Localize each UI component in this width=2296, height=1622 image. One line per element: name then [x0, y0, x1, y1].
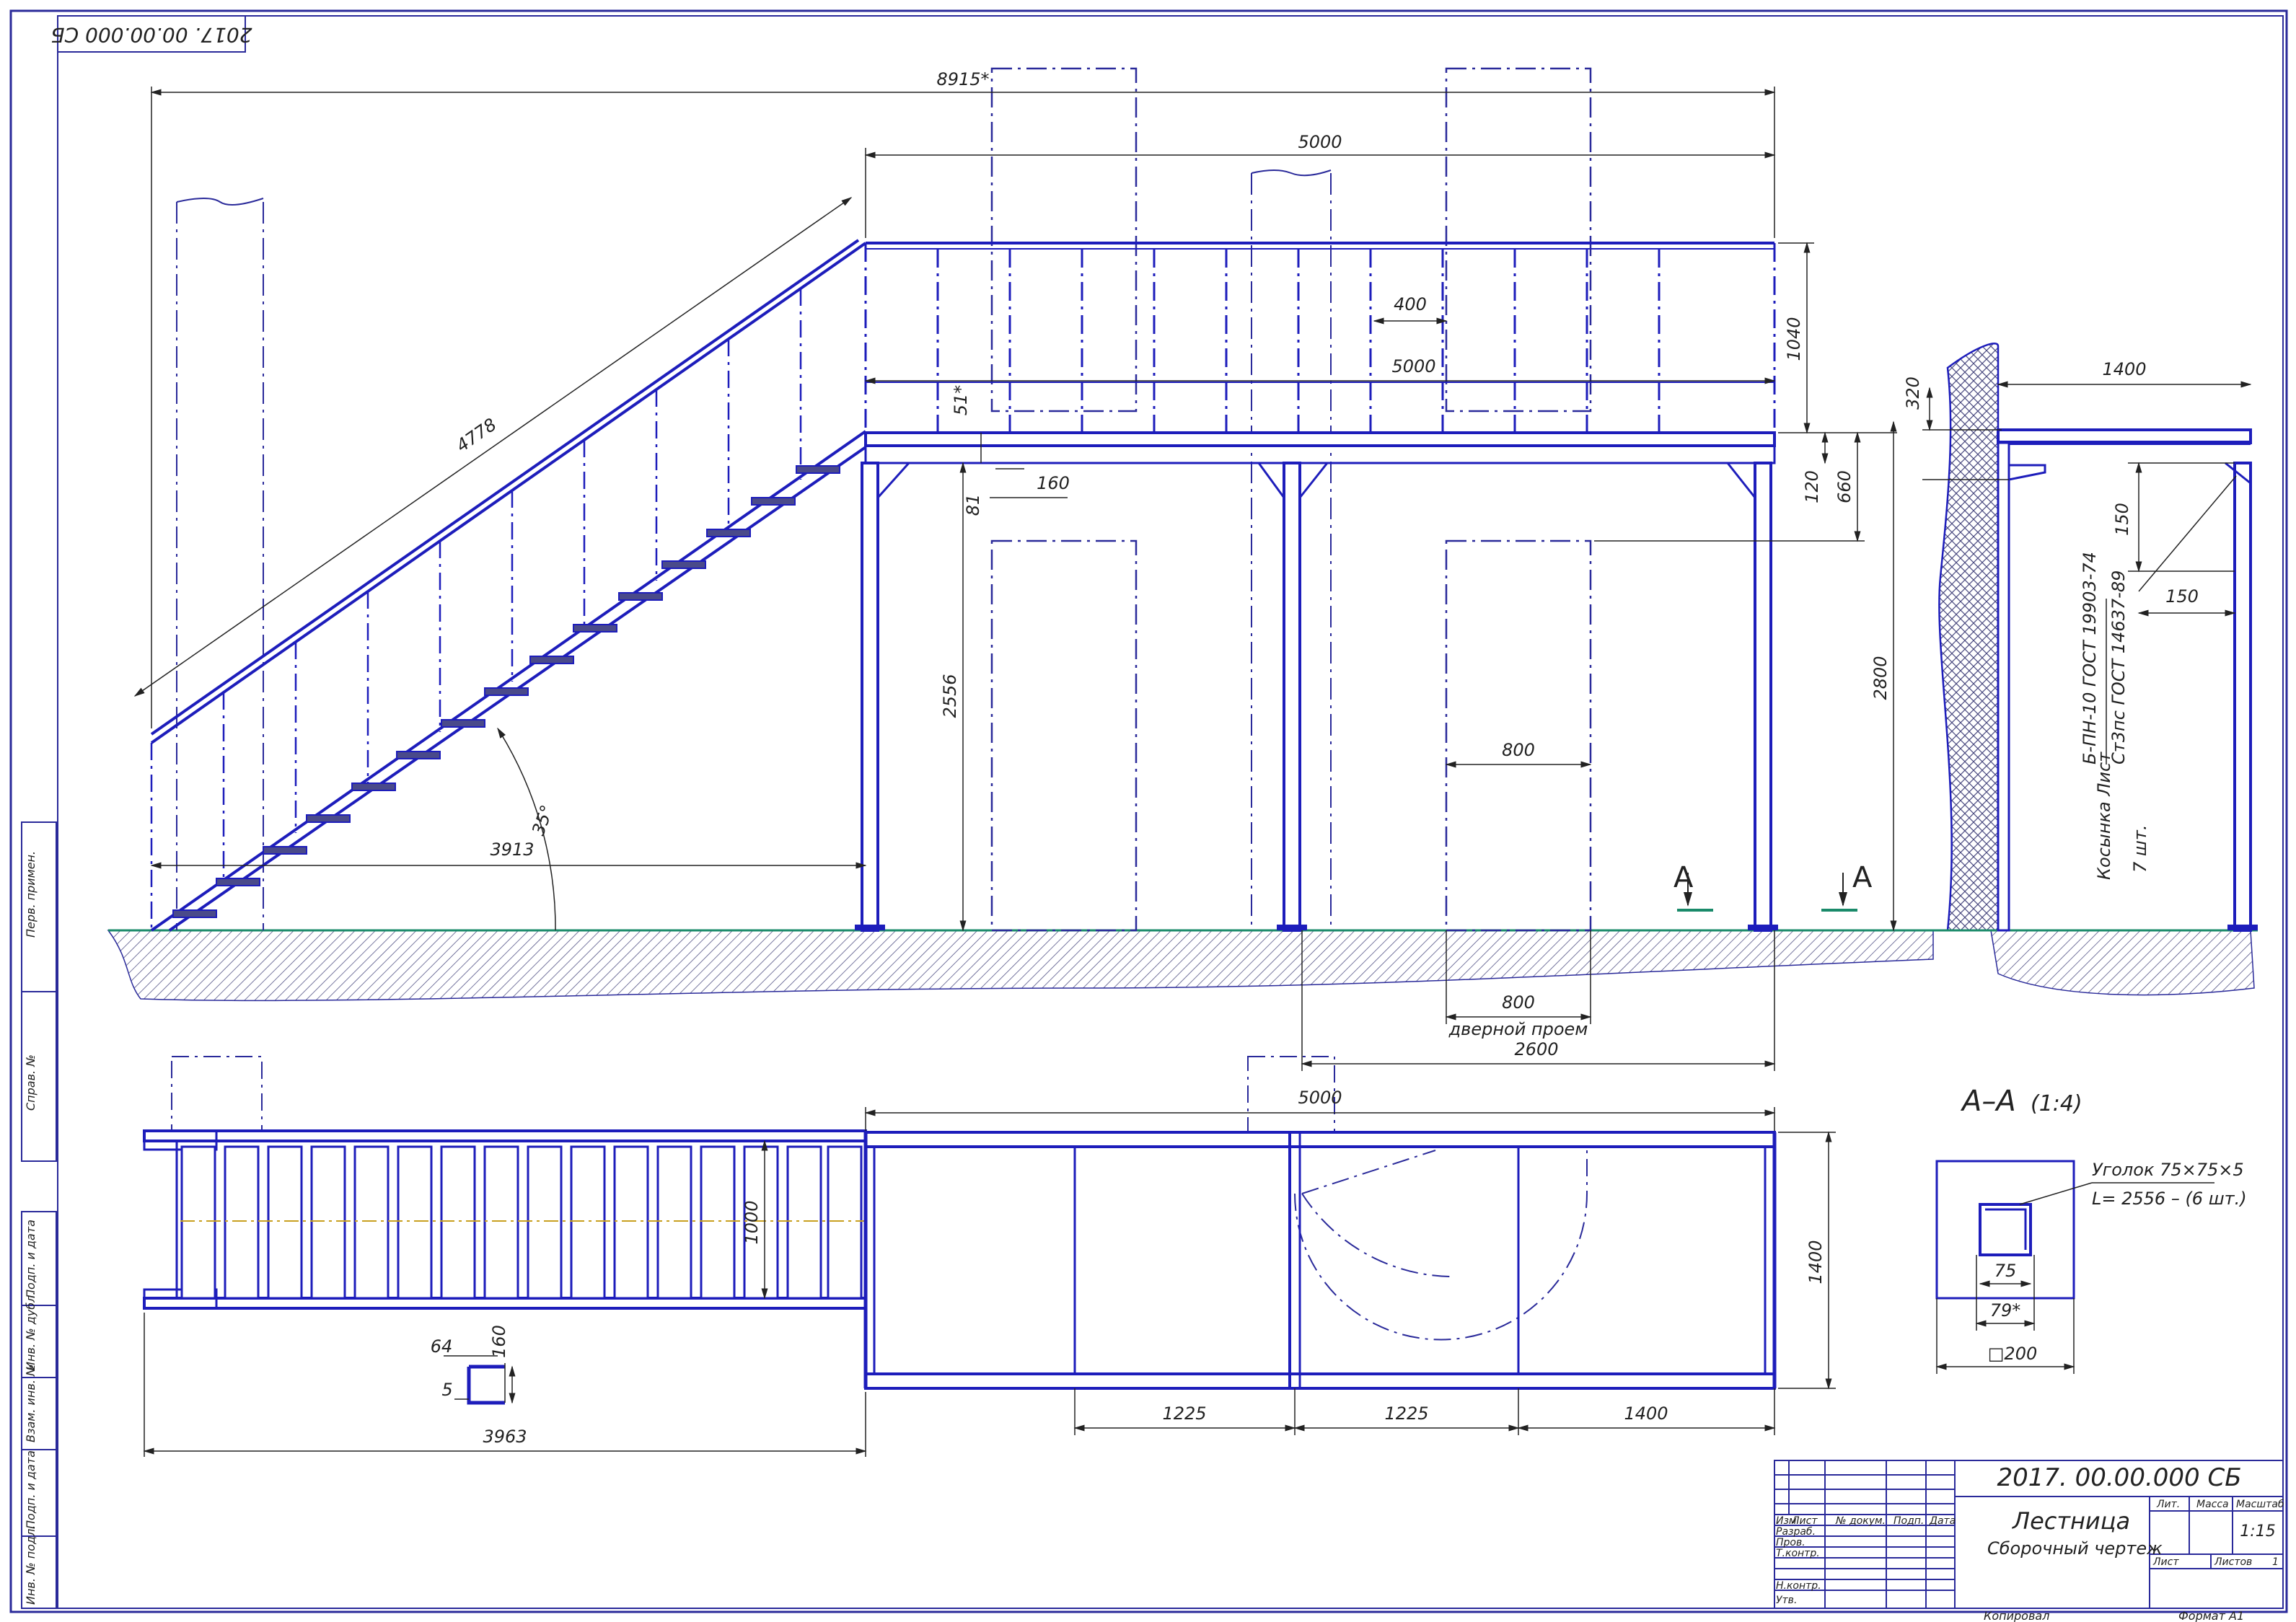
tb-col-sign: Подп. [1893, 1515, 1924, 1527]
section-mark-left: A [1673, 861, 1694, 894]
tb-razrab: Разраб. [1776, 1526, 1816, 1538]
side-dim-width: 1400 [2102, 359, 2146, 379]
dim-note-51: 51* [951, 385, 971, 416]
tb-listov-value: 1 [2272, 1556, 2279, 1568]
section-aa: А–А (1:4) Уголок 75×75×5 L= 2556 – (6 шт… [1935, 1085, 2247, 1374]
stamp-6: Подп. и дата [24, 1450, 38, 1529]
platform-deck [864, 431, 1776, 447]
side-note-1c: Ст3пс ГОСТ 14637-89 [2108, 570, 2129, 764]
tb-prov: Пров. [1776, 1537, 1805, 1548]
section-dim-79: 79* [1990, 1300, 2021, 1321]
tb-scale-value: 1:15 [2240, 1522, 2275, 1541]
tb-listov: Листов [2214, 1556, 2252, 1568]
dim-stair-run: 3913 [490, 839, 534, 860]
plan-dim-total: 3963 [483, 1427, 527, 1447]
dim-note-160: 160 [1037, 473, 1070, 493]
stamp-5: Взам. инв. № [24, 1364, 38, 1442]
plan-dim-len: 5000 [1298, 1088, 1342, 1108]
dim-rail-height: 1040 [1784, 317, 1804, 361]
dim-stair-angle: 35° [528, 802, 558, 838]
section-note-1: Уголок 75×75×5 [2092, 1160, 2244, 1180]
tb-tkontr: Т.контр. [1776, 1548, 1820, 1559]
stamp-7: Инв. № подл. [24, 1525, 38, 1605]
dim-door-w: 800 [1502, 740, 1535, 760]
side-dim-150a: 150 [2112, 503, 2132, 536]
tb-lit: Лит. [2156, 1499, 2180, 1510]
inverted-code: 2017. 00.00.000 СБ [50, 23, 252, 47]
plan-dim-width: 1400 [1805, 1240, 1826, 1284]
dim-total-height: 2800 [1870, 656, 1891, 700]
plan-dim-channel-t: 5 [441, 1380, 452, 1400]
plan-dim-channel-h: 160 [489, 1325, 509, 1358]
plan-dim-bay1: 1225 [1162, 1403, 1206, 1424]
stamp-1: Перв. примен. [24, 851, 38, 938]
section-note-2: L= 2556 – (6 шт.) [2092, 1189, 2247, 1209]
side-note-1b: Б-ПН-10 ГОСТ 19903-74 [2080, 552, 2100, 764]
tb-massa: Масса [2196, 1499, 2229, 1510]
tb-list: Лист [2152, 1556, 2179, 1568]
outer-frame [9, 9, 2288, 1613]
side-view: 1400 320 150 150 Косынка Лист Б-ПН-10 ГО… [1903, 343, 2258, 996]
side-dim-320: 320 [1903, 376, 1923, 410]
side-note-1: Косынка Лист [2094, 752, 2114, 880]
dim-col-height: 2556 [940, 674, 960, 718]
section-title: А–А [1960, 1085, 2016, 1118]
dim-note-81: 81 [963, 494, 983, 516]
dim-door-offset: 2600 [1514, 1039, 1558, 1059]
section-dim-75: 75 [1994, 1261, 2017, 1281]
side-note-2: 7 шт. [2130, 825, 2150, 873]
plan-dim-bay2: 1225 [1384, 1403, 1428, 1424]
dim-post-spacing: 400 [1394, 294, 1427, 314]
stamp-4: Инв. № дубл. [24, 1292, 38, 1370]
dim-stair-len: 4778 [452, 414, 500, 456]
front-elevation: 8915* 5000 5000 400 1040 4778 35° 3913 2… [107, 67, 1934, 1071]
drawing-sheet: 2017. 00.00.000 СБ Перв. примен. Справ. … [9, 9, 2288, 1622]
dim-beam-h: 660 [1834, 470, 1855, 503]
tb-code: 2017. 00.00.000 СБ [1997, 1463, 2241, 1492]
side-dim-150b: 150 [2165, 586, 2199, 607]
section-dim-200: □200 [1988, 1344, 2037, 1364]
plan-dim-step-width: 1000 [742, 1200, 762, 1244]
tb-nkontr: Н.контр. [1776, 1580, 1821, 1592]
dim-top-len: 5000 [1298, 132, 1342, 152]
tb-col-doc: № докум. [1835, 1515, 1886, 1527]
stamp-3: Подп. и дата [24, 1220, 38, 1298]
dim-overall-len: 8915* [936, 69, 989, 89]
tb-col-date: Дата [1929, 1515, 1956, 1527]
section-scale: (1:4) [2031, 1091, 2082, 1116]
dim-deck-gap: 120 [1802, 470, 1822, 503]
ground-hatch [107, 930, 1934, 1002]
tb-masshtab: Масштаб [2236, 1499, 2284, 1510]
section-mark-right: A [1852, 861, 1873, 894]
inner-frame [57, 15, 2284, 1609]
sheet-format: Формат А1 [2178, 1609, 2244, 1622]
stamp-2: Справ. № [24, 1054, 38, 1111]
tb-name: Лестница [2012, 1507, 2130, 1535]
sheet-copied: Копировал [1984, 1609, 2049, 1622]
tb-col-list: Лист [1791, 1515, 1818, 1527]
tb-subtitle: Сборочный чертеж [1987, 1538, 2163, 1559]
dim-rail-len: 5000 [1391, 356, 1435, 376]
plan-dim-channel-w: 64 [431, 1336, 453, 1357]
plan-view: 5000 1400 1000 64 160 5 3963 1225 1225 1… [143, 1056, 1836, 1457]
dim-door-label: дверной проем [1448, 1019, 1588, 1039]
dim-door-w2: 800 [1502, 992, 1535, 1013]
tb-utv: Утв. [1776, 1595, 1797, 1606]
plan-dim-bay3: 1400 [1624, 1403, 1668, 1424]
